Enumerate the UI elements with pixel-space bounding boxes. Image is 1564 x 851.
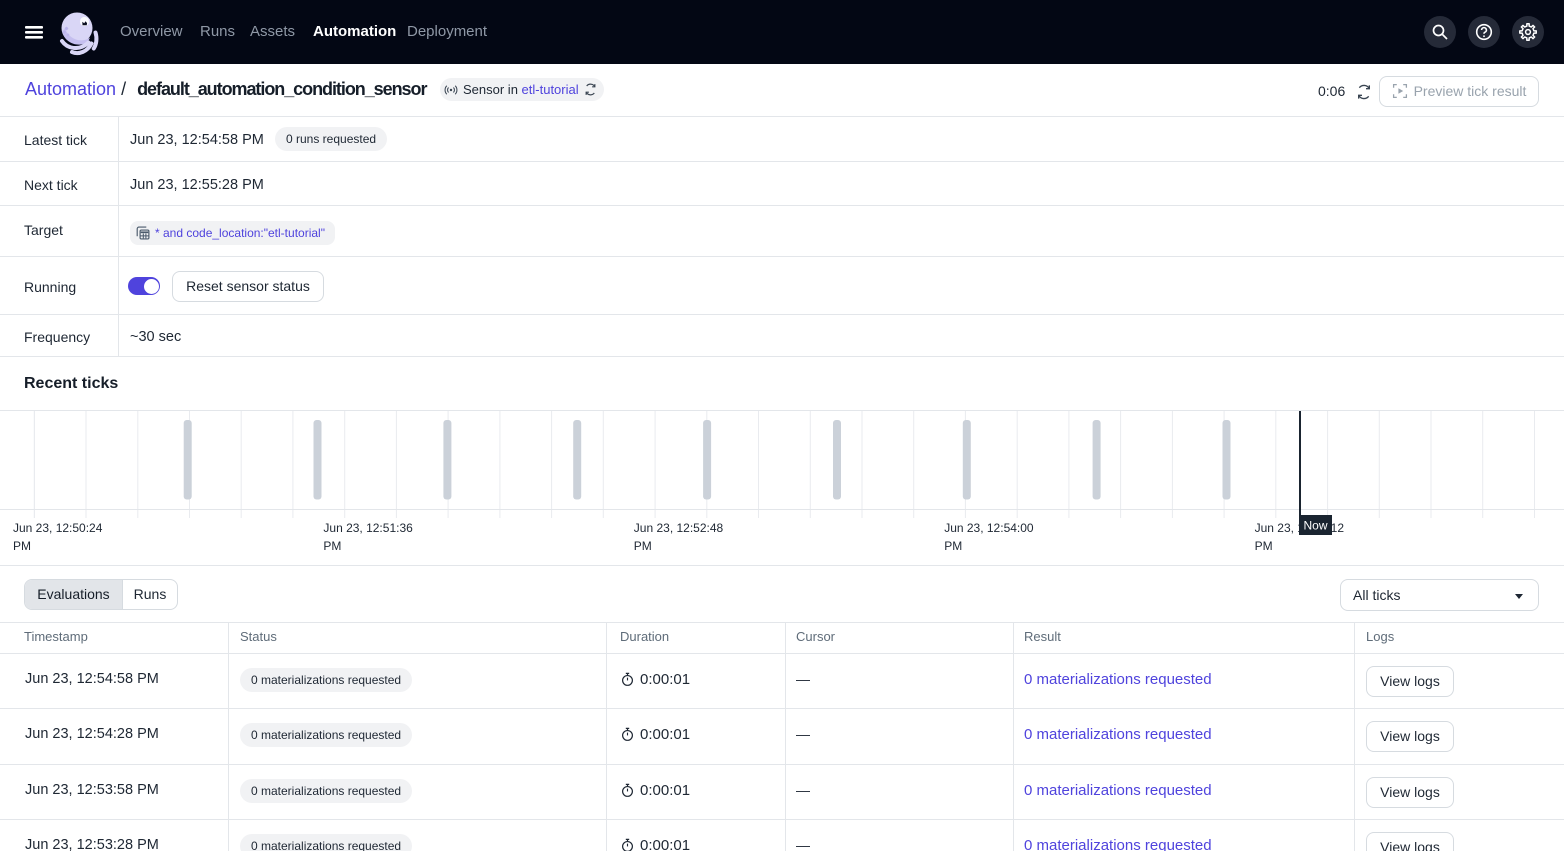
svg-text:PM: PM [944,539,962,553]
svg-text:PM: PM [1255,539,1273,553]
svg-text:PM: PM [323,539,341,553]
svg-text:PM: PM [13,539,31,553]
svg-text:Now: Now [1303,519,1327,533]
svg-text:Jun 23, 12:51:36: Jun 23, 12:51:36 [323,521,413,535]
svg-text:Jun 23, 12:54:00: Jun 23, 12:54:00 [944,521,1034,535]
svg-text:Jun 23, 12:52:48: Jun 23, 12:52:48 [634,521,724,535]
svg-text:Jun 23, 12:50:24: Jun 23, 12:50:24 [13,521,103,535]
svg-text:PM: PM [634,539,652,553]
